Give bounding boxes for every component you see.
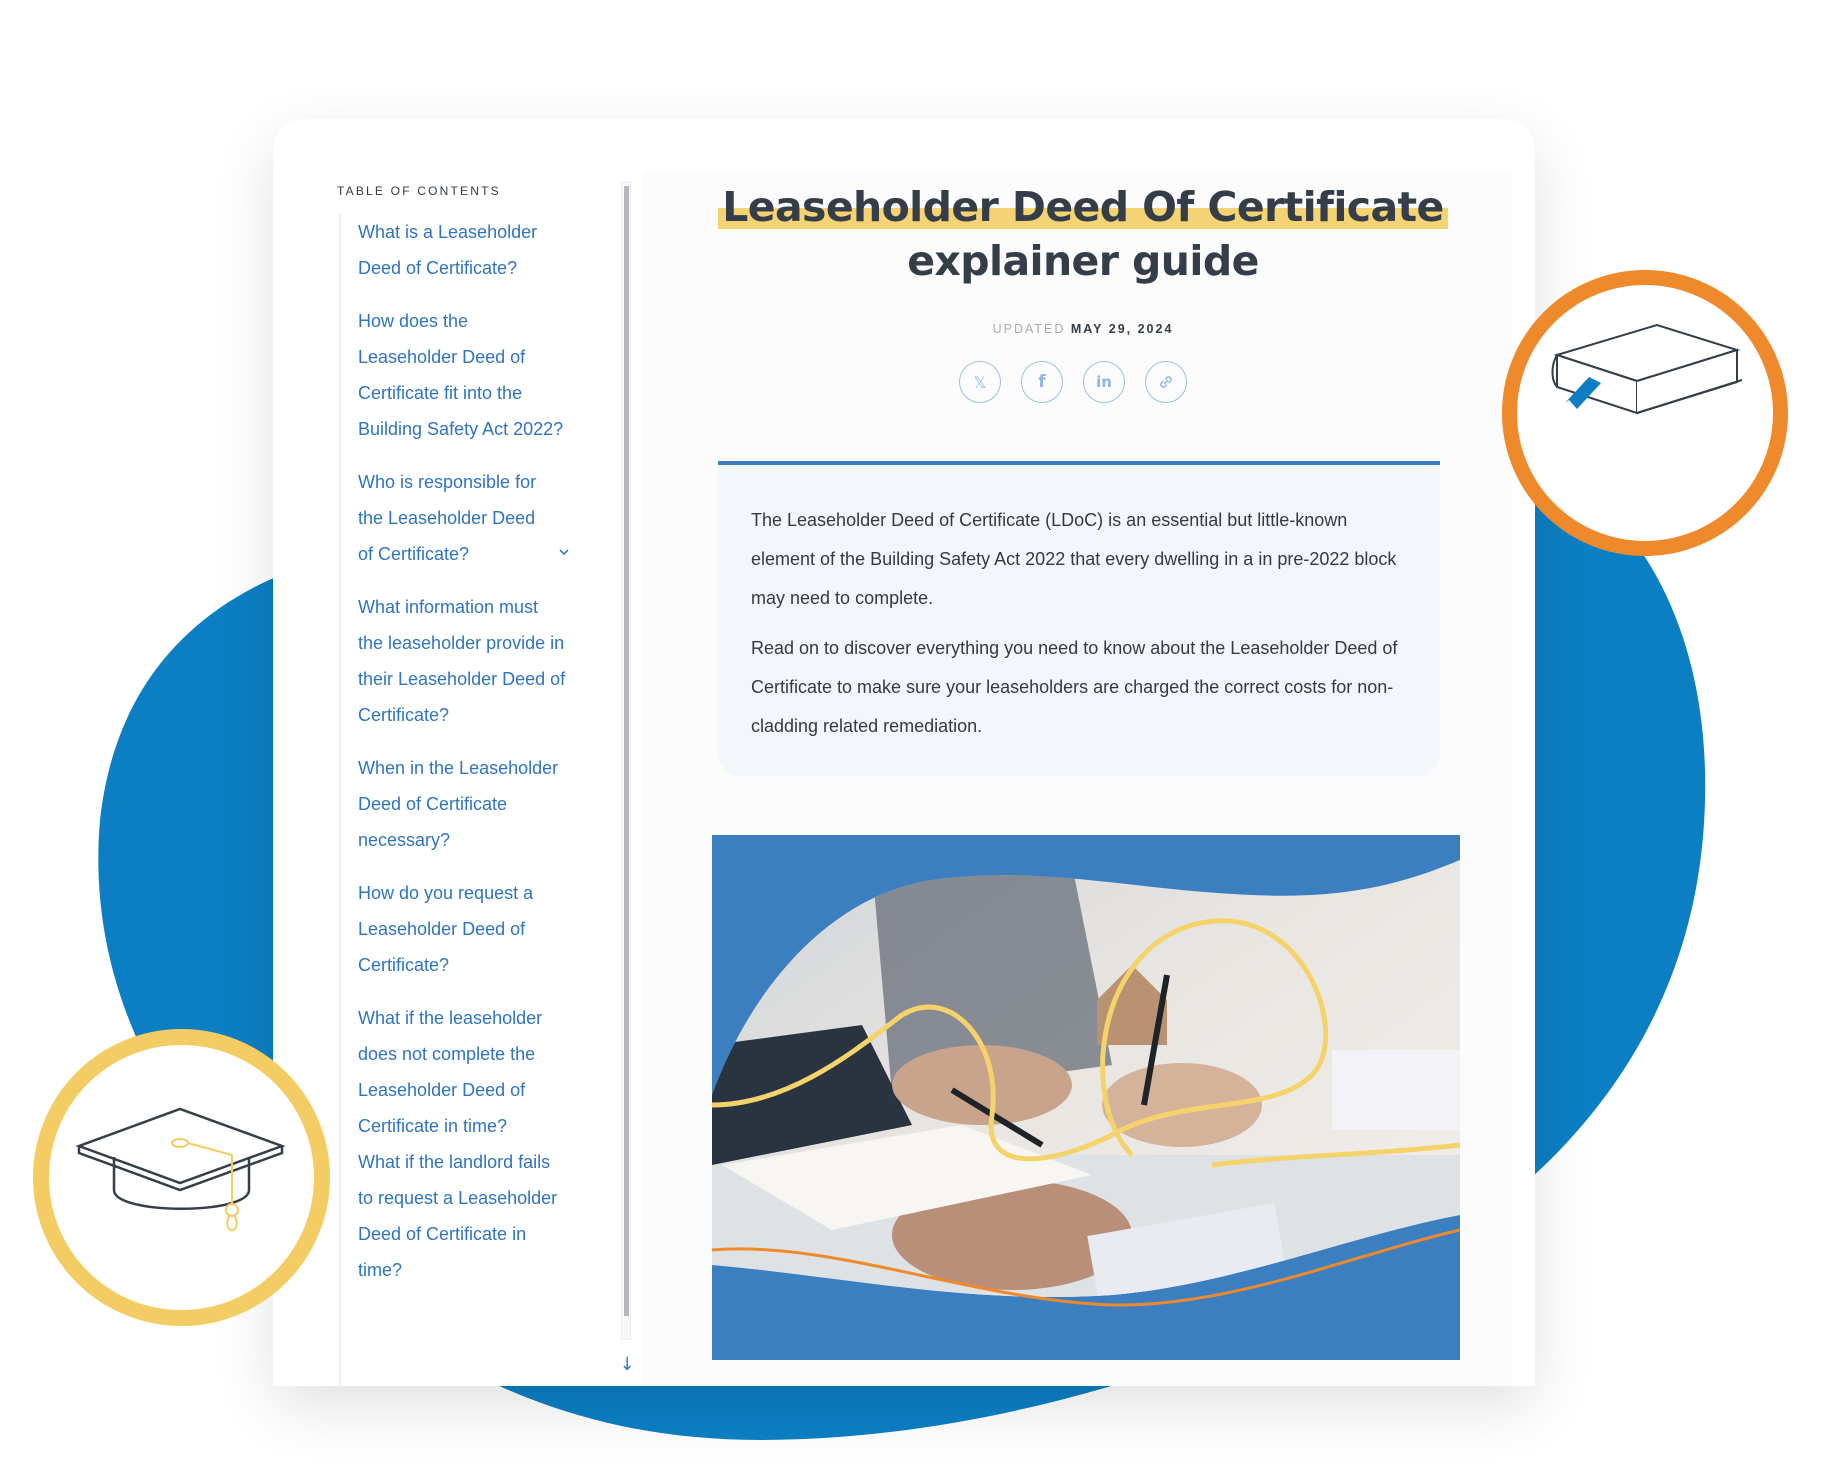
summary-paragraph: Read on to discover everything you need … [751, 638, 1398, 736]
toc-scrollbar-thumb[interactable] [624, 186, 629, 1316]
share-x-button[interactable]: 𝕏 [959, 361, 1001, 403]
page-title: Leaseholder Deed Of Certificate explaine… [680, 180, 1486, 288]
updated-value: MAY 29, 2024 [1070, 322, 1174, 336]
toc-heading: TABLE OF CONTENTS [337, 184, 501, 198]
linkedin-icon: in [1096, 373, 1112, 391]
toc-item[interactable]: What is a Leaseholder Deed of Certificat… [358, 214, 578, 286]
updated-date: UPDATED MAY 29, 2024 [680, 322, 1486, 336]
chevron-down-icon[interactable] [557, 545, 571, 559]
toc-item[interactable]: How do you request a Leaseholder Deed of… [358, 875, 568, 983]
summary-box: The Leaseholder Deed of Certificate (LDo… [718, 461, 1440, 776]
toc-item[interactable]: What if the landlord fails to request a … [358, 1144, 563, 1288]
hero-image [712, 835, 1460, 1360]
x-icon: 𝕏 [973, 372, 987, 392]
graduation-badge [33, 1029, 330, 1326]
toc-item[interactable]: What information must the leaseholder pr… [358, 589, 568, 733]
share-linkedin-button[interactable]: in [1083, 361, 1125, 403]
facebook-icon: f [1038, 372, 1046, 392]
updated-label: UPDATED [992, 322, 1066, 336]
link-icon [1160, 376, 1172, 388]
toc-item[interactable]: When in the Leaseholder Deed of Certific… [358, 750, 583, 858]
copy-link-button[interactable] [1145, 361, 1187, 403]
title-rest: explainer guide [907, 237, 1259, 285]
scroll-down-arrow-icon[interactable]: ↓ [617, 1354, 637, 1376]
toc-list: What is a Leaseholder Deed of Certificat… [358, 214, 588, 1305]
toc-item[interactable]: What if the leaseholder does not complet… [358, 1000, 583, 1144]
share-facebook-button[interactable]: f [1021, 361, 1063, 403]
toc-item[interactable]: How does the Leaseholder Deed of Certifi… [358, 303, 568, 447]
toc-left-border [339, 214, 341, 1386]
title-highlight: Leaseholder Deed Of Certificate [718, 183, 1448, 231]
book-icon [1551, 323, 1743, 415]
graduation-cap-icon [75, 1107, 286, 1232]
summary-paragraph: The Leaseholder Deed of Certificate (LDo… [751, 510, 1397, 608]
toc-item[interactable]: Who is responsible for the Leaseholder D… [358, 464, 548, 572]
book-badge [1502, 270, 1788, 556]
